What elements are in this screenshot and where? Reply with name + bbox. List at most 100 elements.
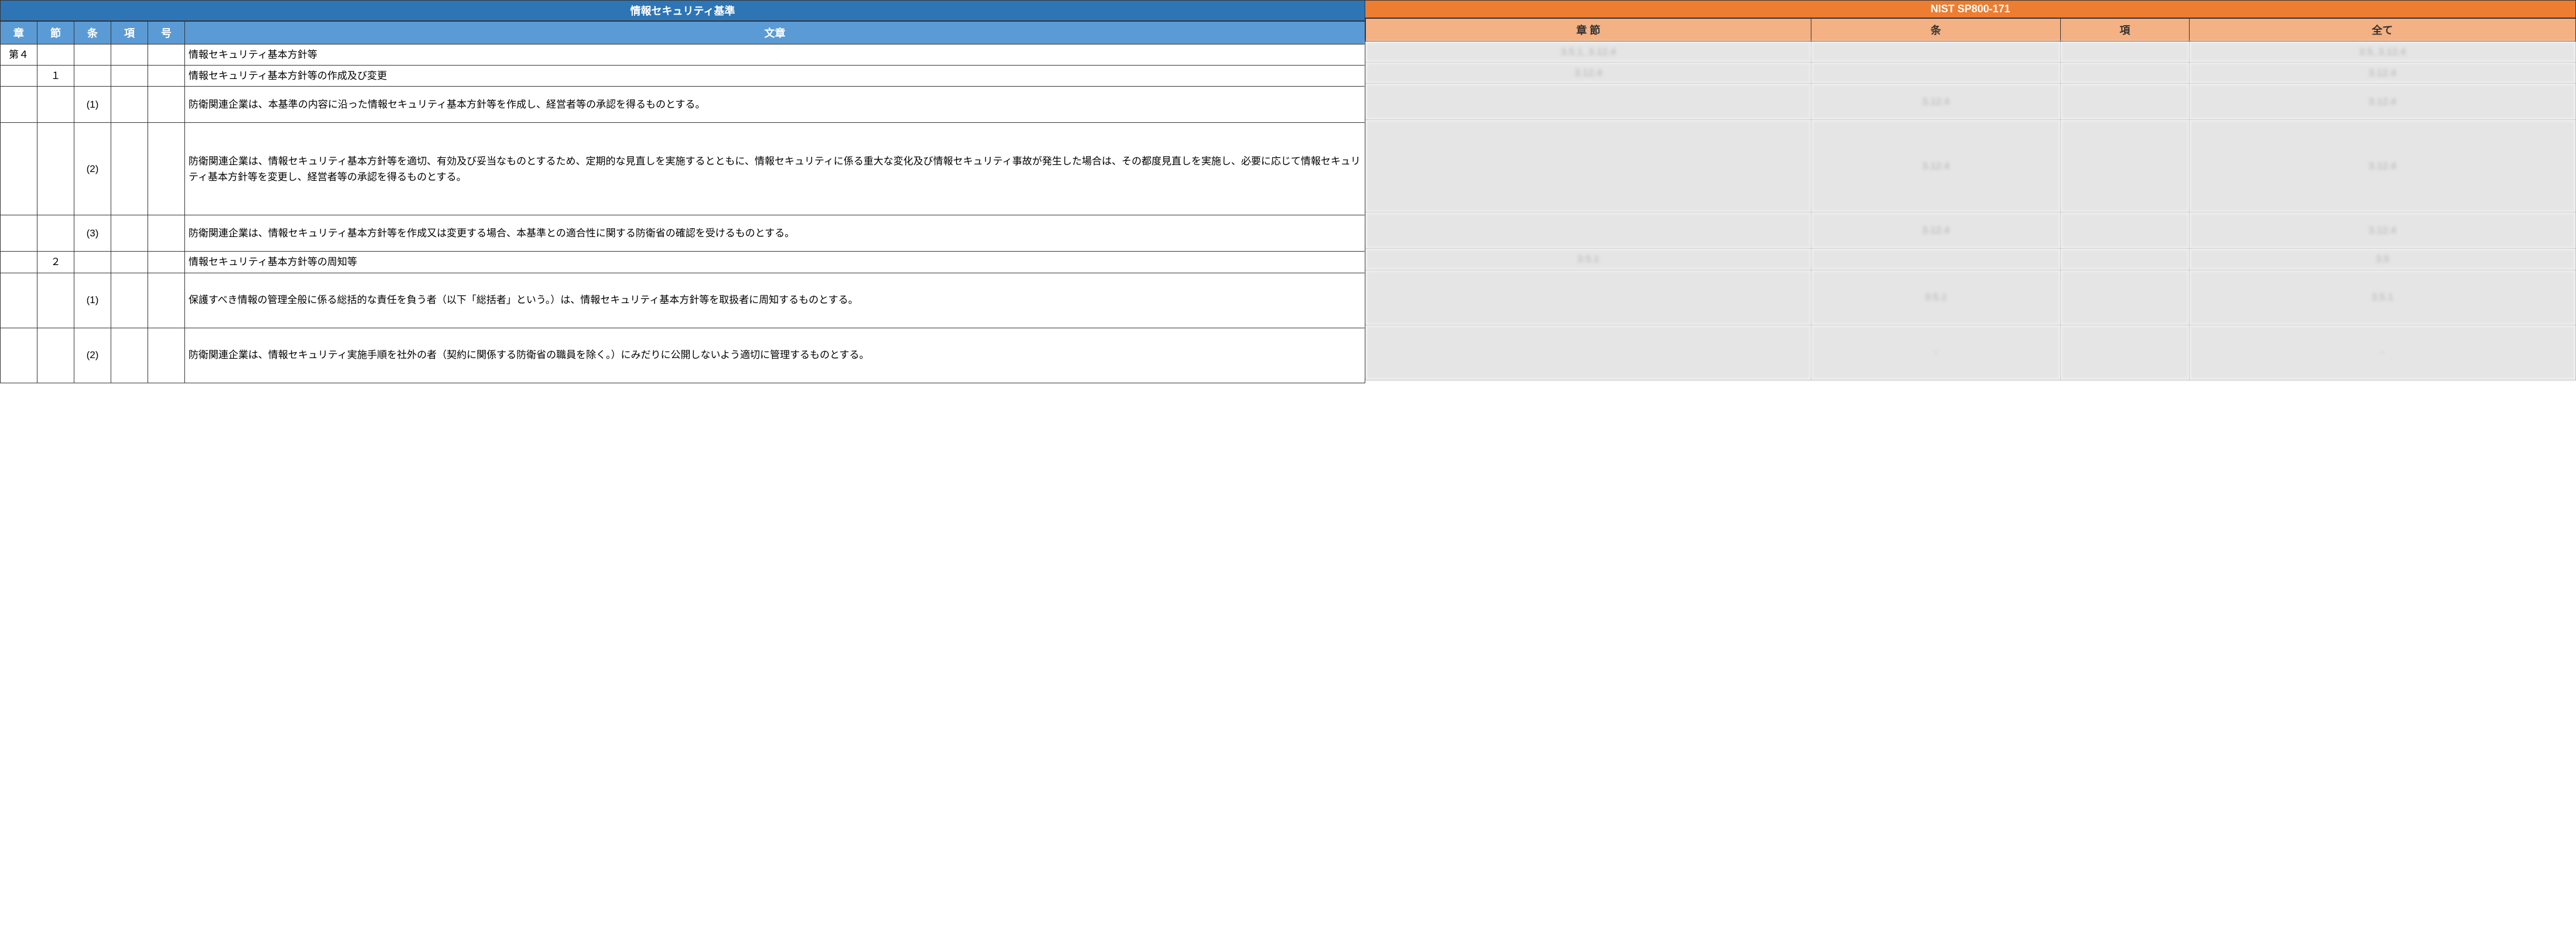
table-row: 3.5.1 3.5 <box>1366 249 2576 270</box>
table-cell-blurred: 3.12.4 <box>2189 120 2575 212</box>
table-cell <box>74 66 111 87</box>
table-cell <box>37 273 74 328</box>
right-table: 章 節 条 項 全て 3.5.1, 3.12.43.5, 3.12.43.12.… <box>1365 18 2576 380</box>
table-cell <box>74 252 111 273</box>
left-header-text: 文章 <box>185 22 1365 44</box>
table-cell <box>148 252 185 273</box>
table-cell <box>111 44 148 66</box>
right-panel: NIST SP800-171 章 節 条 項 全て 3.5.1, 3.12.43… <box>1365 0 2576 383</box>
left-panel: 情報セキュリティ基準 章 節 条 項 号 文章 第４情報セキュリティ基本方針等１… <box>0 0 1365 383</box>
table-cell <box>37 328 74 383</box>
table-cell <box>148 87 185 123</box>
table-cell-blurred <box>2061 270 2189 325</box>
table-cell <box>148 273 185 328</box>
table-cell <box>111 273 148 328</box>
table-cell-blurred: 3.12.4 <box>1366 63 1811 84</box>
left-header-article: 条 <box>74 22 111 44</box>
left-header-row: 章 節 条 項 号 文章 <box>1 22 1365 44</box>
table-cell-blurred: 3.5.1 <box>2189 270 2575 325</box>
left-header-chapter: 章 <box>1 22 37 44</box>
table-cell <box>148 123 185 215</box>
table-cell <box>148 66 185 87</box>
table-cell-blurred: 3.12.4 <box>2189 84 2575 120</box>
table-cell-blurred: 3.12.4 <box>1811 212 2060 249</box>
table-row: (2) 防衛関連企業は、情報セキュリティ基本方針等を適切、有効及び妥当なものとする… <box>1 123 1365 215</box>
table-cell <box>111 215 148 252</box>
table-row: -- <box>1366 325 2576 380</box>
table-row: 第４ 情報セキュリティ基本方針等 <box>1 44 1365 66</box>
table-cell <box>111 252 148 273</box>
table-cell <box>1 66 37 87</box>
right-main-title: NIST SP800-171 <box>1365 0 2576 18</box>
table-cell-blurred: 3.5.1 <box>1366 249 1811 270</box>
table-cell-blurred: 3.12.4 <box>2189 212 2575 249</box>
table-cell-blurred <box>1366 325 1811 380</box>
table-cell: (2) <box>74 123 111 215</box>
table-cell: 情報セキュリティ基本方針等 <box>185 44 1365 66</box>
table-cell-blurred: 3.5 <box>2189 249 2575 270</box>
table-cell <box>111 87 148 123</box>
table-row: (1) 保護すべき情報の管理全般に係る総括的な責任を負う者（以下「総括者」という。… <box>1 273 1365 328</box>
table-cell-blurred <box>2061 249 2189 270</box>
table-cell-blurred <box>1811 42 2060 63</box>
left-main-title: 情報セキュリティ基準 <box>0 0 1365 21</box>
table-cell <box>1 123 37 215</box>
table-cell: ２ <box>37 252 74 273</box>
table-cell-blurred: 3.5.1, 3.12.4 <box>1366 42 1811 63</box>
table-cell <box>37 87 74 123</box>
table-row: 3.5.1, 3.12.4 3.5, 3.12.4 <box>1366 42 2576 63</box>
table-cell <box>148 44 185 66</box>
table-cell <box>148 215 185 252</box>
table-row: １ 情報セキュリティ基本方針等の作成及び変更 <box>1 66 1365 87</box>
right-header-all: 全て <box>2189 19 2575 42</box>
table-cell <box>111 123 148 215</box>
table-cell-blurred <box>1366 84 1811 120</box>
table-cell: 防衛関連企業は、情報セキュリティ基本方針等を適切、有効及び妥当なものとするため、… <box>185 123 1365 215</box>
table-cell <box>1 87 37 123</box>
right-header-row: 章 節 条 項 全て <box>1366 19 2576 42</box>
table-cell <box>1 328 37 383</box>
table-cell <box>37 44 74 66</box>
table-cell-blurred <box>1811 63 2060 84</box>
table-row: (2) 防衛関連企業は、情報セキュリティ実施手順を社外の者（契約に関係する防衛省の… <box>1 328 1365 383</box>
table-row: 3.12.4 3.12.4 <box>1366 63 2576 84</box>
table-cell: 保護すべき情報の管理全般に係る総括的な責任を負う者（以下「総括者」という。）は、… <box>185 273 1365 328</box>
table-cell-blurred: 3.12.4 <box>1811 84 2060 120</box>
table-cell: (1) <box>74 273 111 328</box>
table-cell-blurred <box>2061 212 2189 249</box>
table-cell-blurred: 3.5, 3.12.4 <box>2189 42 2575 63</box>
left-table: 章 節 条 項 号 文章 第４ 情報セキュリティ基本方針等 １ 情報セキュリティ基本方… <box>0 21 1365 383</box>
table-cell <box>74 44 111 66</box>
table-cell-blurred <box>2061 63 2189 84</box>
table-cell: (2) <box>74 328 111 383</box>
table-cell: １ <box>37 66 74 87</box>
table-cell-blurred <box>2061 42 2189 63</box>
table-cell-blurred: 3.12.4 <box>2189 63 2575 84</box>
table-cell-blurred: - <box>2189 325 2575 380</box>
table-cell: 防衛関連企業は、情報セキュリティ基本方針等を作成又は変更する場合、本基準との適合… <box>185 215 1365 252</box>
table-cell: 防衛関連企業は、情報セキュリティ実施手順を社外の者（契約に関係する防衛省の職員を… <box>185 328 1365 383</box>
table-cell-blurred <box>1366 120 1811 212</box>
table-cell: 第４ <box>1 44 37 66</box>
table-cell <box>1 215 37 252</box>
table-cell: (3) <box>74 215 111 252</box>
table-cell <box>111 328 148 383</box>
left-header-section: 節 <box>37 22 74 44</box>
table-cell-blurred <box>1366 270 1811 325</box>
table-cell <box>37 215 74 252</box>
left-header-paragraph: 項 <box>111 22 148 44</box>
table-row: 3.12.4 3.12.4 <box>1366 84 2576 120</box>
table-cell: 情報セキュリティ基本方針等の周知等 <box>185 252 1365 273</box>
table-row: 3.12.4 3.12.4 <box>1366 120 2576 212</box>
table-cell-blurred: 3.12.4 <box>1811 120 2060 212</box>
table-row: (1)防衛関連企業は、本基準の内容に沿った情報セキュリティ基本方針等を作成し、経… <box>1 87 1365 123</box>
right-header-paragraph: 項 <box>2061 19 2189 42</box>
right-header-chapter-section: 章 節 <box>1366 19 1811 42</box>
table-cell <box>148 328 185 383</box>
table-cell <box>1 273 37 328</box>
table-cell-blurred <box>2061 120 2189 212</box>
table-row: 3.5.13.5.1 <box>1366 270 2576 325</box>
table-cell: 情報セキュリティ基本方針等の作成及び変更 <box>185 66 1365 87</box>
table-cell-blurred <box>2061 325 2189 380</box>
table-row: ２ 情報セキュリティ基本方針等の周知等 <box>1 252 1365 273</box>
